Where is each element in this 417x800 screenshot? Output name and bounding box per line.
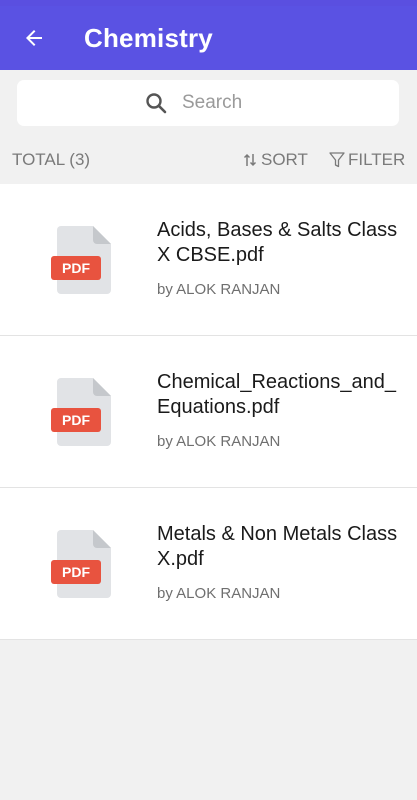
total-count: TOTAL (3) bbox=[12, 150, 91, 169]
search-icon bbox=[144, 91, 168, 115]
pdf-badge-label: PDF bbox=[62, 412, 90, 428]
filter-icon bbox=[329, 151, 345, 169]
search-input[interactable] bbox=[182, 92, 272, 114]
page-title: Chemistry bbox=[84, 23, 213, 53]
search-bar-container bbox=[0, 70, 417, 138]
filter-label: FILTER bbox=[348, 150, 406, 169]
file-author: by ALOK RANJAN bbox=[157, 585, 281, 602]
pdf-file-icon: PDF bbox=[51, 226, 111, 294]
file-author: by ALOK RANJAN bbox=[157, 281, 281, 298]
pdf-file-icon: PDF bbox=[51, 530, 111, 598]
filter-button[interactable]: FILTER bbox=[329, 150, 405, 170]
file-list: PDF Acids, Bases & Salts Class X CBSE.pd… bbox=[0, 184, 417, 640]
file-title: Chemical_Reactions_and_ Equations.pdf bbox=[157, 371, 397, 418]
file-title: Metals & Non Metals Class X.pdf bbox=[157, 523, 398, 570]
sort-label: SORT bbox=[261, 150, 308, 169]
pdf-badge-label: PDF bbox=[62, 260, 90, 276]
list-item[interactable]: PDF Metals & Non Metals Class X.pdf by A… bbox=[0, 488, 417, 640]
list-item[interactable]: PDF Chemical_Reactions_and_ Equations.pd… bbox=[0, 336, 417, 488]
back-button[interactable] bbox=[12, 16, 56, 60]
list-toolbar: TOTAL (3) SORT FILTER bbox=[0, 138, 417, 184]
sort-icon bbox=[242, 151, 258, 169]
file-title: Acids, Bases & Salts Class X CBSE.pdf bbox=[157, 219, 398, 266]
sort-button[interactable]: SORT bbox=[242, 150, 308, 170]
arrow-left-icon bbox=[26, 30, 42, 46]
list-item[interactable]: PDF Acids, Bases & Salts Class X CBSE.pd… bbox=[0, 184, 417, 336]
pdf-badge-label: PDF bbox=[62, 564, 90, 580]
app-bar: Chemistry bbox=[0, 6, 417, 70]
search-box[interactable] bbox=[17, 80, 399, 126]
pdf-file-icon: PDF bbox=[51, 378, 111, 446]
file-author: by ALOK RANJAN bbox=[157, 433, 281, 450]
